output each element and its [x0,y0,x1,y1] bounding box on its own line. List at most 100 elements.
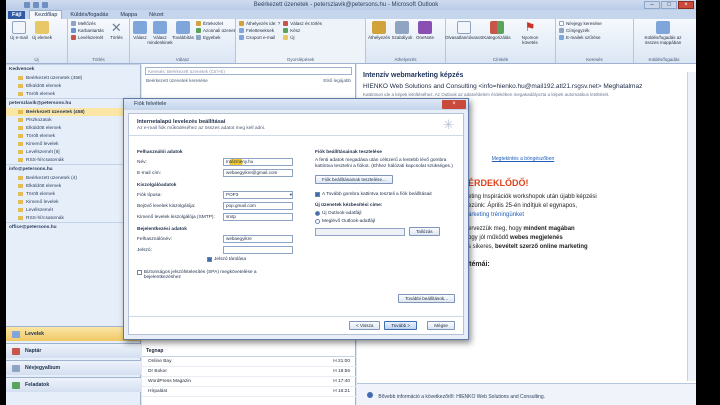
ignore-button[interactable]: Mellőzés [71,21,104,26]
folder-item[interactable]: Beérkezett üzenetek (458) [6,74,141,82]
onenote-icon [418,21,432,34]
mail-icon [12,330,20,338]
next-button[interactable]: Tovább > [384,321,418,330]
test-section-heading: Fiók beállításainak tesztelése [315,150,382,155]
remember-password-checkbox[interactable]: Jelszó tárolása [207,257,302,262]
dialog-close-button[interactable]: × [442,100,466,109]
account-header[interactable]: office@petersons.hu [6,222,141,232]
cancel-button[interactable]: Mégse [427,321,455,330]
account-header[interactable]: Kedvencek [6,64,141,74]
sparkle-icon: ✳ [443,117,454,132]
list-item[interactable]: Online Bay H 21:00 [142,357,356,367]
address-book-button[interactable]: Címjegyzék [559,28,602,33]
send-receive-icon[interactable] [33,2,39,8]
reply-icon [133,21,147,34]
maximize-button[interactable]: □ [661,1,677,9]
folder-item[interactable]: Törölt elemek [6,90,141,98]
folder-item[interactable]: RSS-hírcsatornák [6,156,141,164]
folder-item[interactable]: Piszkozatok [6,116,141,124]
nav-contacts-button[interactable]: Névjegyalbum [6,360,141,375]
folder-item[interactable]: RSS-hírcsatornák [6,214,141,222]
list-item[interactable]: Hírpalást H 16:21 [142,387,356,397]
folder-icon [18,110,23,114]
spa-checkbox[interactable]: Biztonságos jelszóhitelesítés (SPA) megk… [137,270,287,280]
radio-existing-datafile[interactable]: Meglévő Outlook-adatfájl [315,219,460,224]
message-sender[interactable]: HIENKO Web Solutions and Consulting <inf… [357,81,696,92]
folder-icon [18,176,23,180]
cleanup-button[interactable]: Karbantartás [71,28,104,33]
more-settings-button[interactable]: További beállítások... [398,294,455,303]
account-type-select[interactable]: POP3 ▾ [223,191,293,199]
folder-item[interactable]: Kimenő levelek [6,198,141,206]
password-field[interactable] [223,246,293,254]
quickstep-manager[interactable]: Feletteseknek [239,28,280,33]
outgoing-server-field[interactable]: smtp [223,213,293,221]
tab-folder[interactable]: Mappa [116,11,141,19]
arrange-label[interactable]: Beérkezett üzenetek keresése [146,78,208,83]
folder-icon [18,84,23,88]
tab-view[interactable]: Nézet [145,11,167,19]
quickstep-new[interactable]: Új [283,35,322,40]
datafile-path-field[interactable] [315,227,405,236]
browse-button[interactable]: Tallózás [409,227,440,236]
email-field[interactable]: webaegyikre@gmail.com [223,169,293,177]
tab-file[interactable]: Fájl [8,11,26,19]
minimize-button[interactable]: – [644,1,660,9]
radio-new-datafile[interactable]: Új Outlook-adatfájl [315,211,460,216]
lightning-icon [283,35,289,40]
quickstep-team[interactable]: Csoport e-mail [239,35,280,40]
more-button[interactable]: Egyebek [196,35,235,40]
checkbox-icon [137,270,142,275]
list-item-time: H 21:00 [333,359,350,364]
test-on-next-checkbox[interactable]: A Tovább gombra kattintva teszteli a fió… [315,192,460,197]
more-icon [196,35,201,40]
folder-item[interactable]: Elküldött elemek [6,124,141,132]
folder-item[interactable]: Beérkezett üzenetek (458) [6,108,141,116]
folder-item[interactable]: Törölt elemek [6,190,141,198]
people-pane-text[interactable]: Bővebb információ a következőről: HIENKO… [378,394,545,400]
quickstep-move[interactable]: Áthelyezés ide: ? [239,21,280,26]
nav-mail-button[interactable]: Levelek [6,326,141,341]
save-icon[interactable] [24,2,30,8]
group-delete: Mellőzés Karbantartás Levélszemét ✕ Törl… [68,19,130,63]
reading-scrollbar[interactable] [687,72,696,381]
quickstep-done[interactable]: Kész [283,28,322,33]
sort-label[interactable]: Első legújabb [323,78,351,83]
list-item[interactable]: Dr Bokor H 18:56 [142,367,356,377]
folder-item[interactable]: Kimenő levelek [6,140,141,148]
search-input[interactable]: Keresés: Beérkezett üzenetek (Ctrl+E) [145,67,352,75]
test-settings-button[interactable]: Fiók beállításainak tesztelése... [315,175,393,184]
find-contact-field[interactable]: Névjegy keresése [559,21,602,26]
name-field[interactable]: Intézmény.hu [223,158,293,166]
tab-send-receive[interactable]: Küldés/fogadás [66,11,112,19]
nav-calendar-button[interactable]: Naptár [6,343,141,358]
filter-email-button[interactable]: E-mailek szűrése [559,35,602,40]
meeting-button[interactable]: Értekezlet [196,21,235,26]
filter-icon [559,35,564,40]
folder-item[interactable]: Törölt elemek [6,132,141,140]
ribbon: Új e-mail Új elemek Új Mellőzés Karbanta… [6,19,696,64]
account-header[interactable]: peterszlavik@petersons.hu [6,98,141,108]
username-field[interactable]: webaegyikre [223,235,293,243]
folder-item[interactable]: Levélszemét [6,206,141,214]
list-item-time: H 18:56 [333,369,350,374]
tab-home[interactable]: Kezdőlap [29,10,63,19]
back-button[interactable]: < Vissza [349,321,381,330]
contact-search-icon [559,21,564,26]
account-header[interactable]: info@petersons.hu [6,164,141,174]
junk-button[interactable]: Levélszemét [71,35,104,40]
list-item[interactable]: WordPress Magazin H 17:40 [142,377,356,387]
folder-label: Elküldött elemek [26,83,62,89]
folder-item[interactable]: Elküldött elemek [6,182,141,190]
nav-tasks-button[interactable]: Feladatok [6,377,141,392]
reply-all-icon [153,21,167,34]
quickstep-reply-delete[interactable]: Válasz és törlés [283,21,322,26]
folder-label: Törölt elemek [26,191,56,197]
folder-item[interactable]: Levélszemét [9] [6,148,141,156]
folder-item[interactable]: Beérkezett üzenetek (4) [6,174,141,182]
close-button[interactable]: × [678,1,694,9]
im-button[interactable]: Azonnali üzenet [196,28,235,33]
incoming-server-field[interactable]: pop.gmail.com [223,202,293,210]
folder-item[interactable]: Elküldött elemek [6,82,141,90]
message-list-bottom: Tegnap Online Bay H 21:00 Dr Bokor H 18:56 W… [142,346,356,397]
